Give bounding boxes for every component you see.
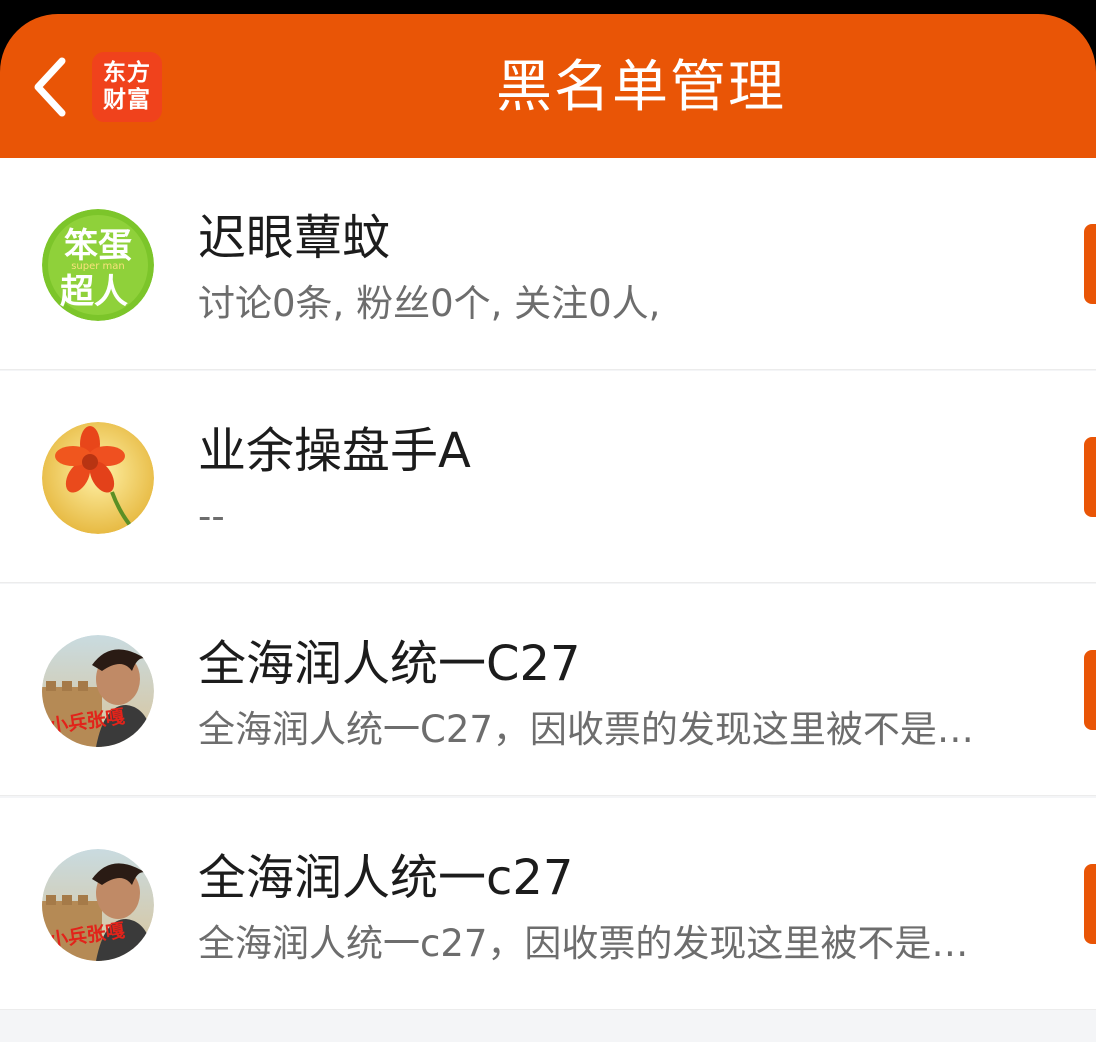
user-bio: 全海润人统一c27，因收票的发现这里被不是… — [198, 922, 969, 965]
remove-button[interactable] — [1084, 437, 1096, 517]
list-footer-space — [0, 1012, 1096, 1042]
user-name: 迟眼蕈蚊 — [198, 210, 391, 266]
page-title: 黑名单管理 — [496, 55, 786, 120]
navigation-bar: 东方 财富 黑名单管理 — [0, 14, 1096, 158]
photo-portrait-avatar-icon[interactable]: 小兵张嘎 — [42, 635, 154, 747]
user-name: 全海润人统一c27 — [198, 850, 574, 906]
avatar-text-mid: super man — [71, 261, 125, 272]
user-name: 全海润人统一C27 — [198, 636, 581, 692]
orange-flower-avatar-icon[interactable] — [42, 422, 154, 534]
remove-button[interactable] — [1084, 864, 1096, 944]
list-item[interactable]: 业余操盘手A -- — [0, 371, 1096, 583]
avatar-text-top: 笨蛋 — [64, 226, 132, 266]
user-name: 业余操盘手A — [198, 423, 471, 479]
user-stats: -- — [198, 495, 225, 538]
list-item[interactable]: 小兵张嘎 全海润人统一C27 全海润人统一C27，因收票的发现这里被不是… — [0, 584, 1096, 796]
screen: 东方 财富 黑名单管理 笨蛋 super man 超人 迟眼蕈蚊 讨论0条, 粉… — [0, 0, 1096, 1042]
blacklist: 笨蛋 super man 超人 迟眼蕈蚊 讨论0条, 粉丝0个, 关注0人, 业… — [0, 158, 1096, 1042]
list-item[interactable]: 笨蛋 super man 超人 迟眼蕈蚊 讨论0条, 粉丝0个, 关注0人, — [0, 158, 1096, 370]
user-stats: 讨论0条, 粉丝0个, 关注0人, — [198, 282, 661, 325]
green-cartoon-avatar-icon[interactable]: 笨蛋 super man 超人 — [42, 209, 154, 321]
list-item[interactable]: 小兵张嘎 全海润人统一c27 全海润人统一c27，因收票的发现这里被不是… — [0, 798, 1096, 1010]
user-bio: 全海润人统一C27，因收票的发现这里被不是… — [198, 708, 974, 751]
avatar-text-bottom: 超人 — [60, 272, 128, 312]
photo-portrait-avatar-icon[interactable]: 小兵张嘎 — [42, 849, 154, 961]
remove-button[interactable] — [1084, 224, 1096, 304]
remove-button[interactable] — [1084, 650, 1096, 730]
